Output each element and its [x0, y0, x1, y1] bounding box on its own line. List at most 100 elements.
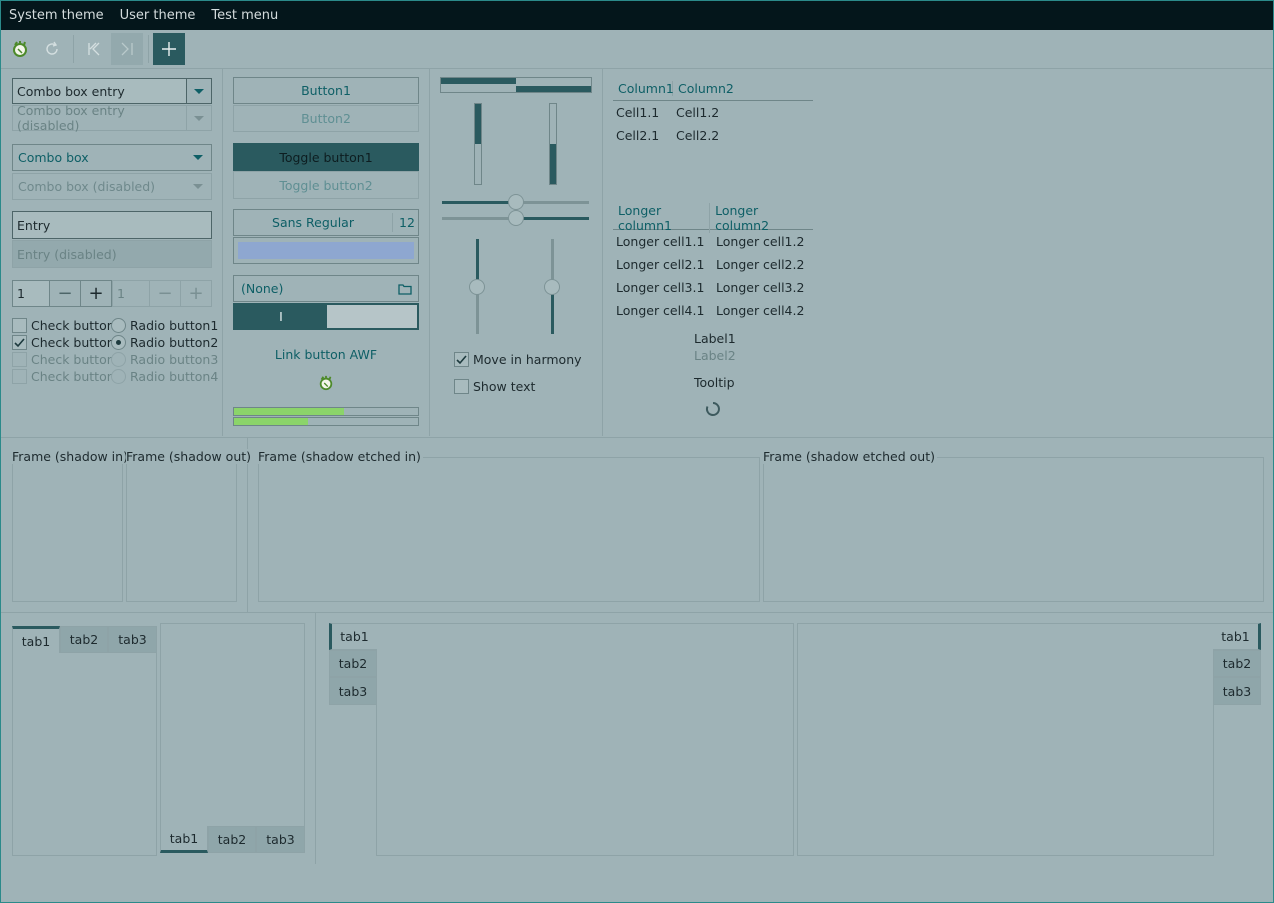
- radio-button2-label: Radio button2: [130, 335, 219, 350]
- tree1-cell[interactable]: Cell1.2: [676, 105, 719, 120]
- color-button[interactable]: [233, 237, 419, 264]
- notebook-bottom-tab1[interactable]: tab1: [160, 826, 208, 853]
- check-button3: [12, 352, 27, 367]
- menu-user-theme[interactable]: User theme: [112, 8, 204, 23]
- spin-plus-button[interactable]: +: [80, 280, 112, 307]
- tree1-cell[interactable]: Cell2.2: [676, 128, 719, 143]
- notebook-bottom-panel: [160, 623, 305, 827]
- spin-minus-button[interactable]: −: [49, 280, 81, 307]
- radio-button1[interactable]: [111, 318, 126, 333]
- hscale-1-handle[interactable]: [508, 194, 524, 210]
- tree2-cell[interactable]: Longer cell4.1: [616, 303, 704, 318]
- spin-disabled-minus: −: [149, 280, 181, 307]
- combo-entry-disabled-dropdown: [186, 105, 212, 131]
- frame-shadow-etched-out: [763, 457, 1264, 602]
- gimp-icon: [318, 375, 334, 394]
- tree1-cell[interactable]: Cell1.1: [616, 105, 659, 120]
- frame-shadow-out-label: Frame (shadow out): [126, 449, 254, 464]
- show-text-check[interactable]: [454, 379, 469, 394]
- switch[interactable]: I: [233, 303, 419, 330]
- frame-shadow-out: [126, 457, 237, 602]
- check-button1-label: Check button1: [31, 318, 123, 333]
- combo-entry-dropdown-button[interactable]: [186, 78, 212, 104]
- check-button3-label: Check button3: [31, 352, 123, 367]
- vscale-1[interactable]: [469, 239, 485, 334]
- tree2-column2-header[interactable]: Longer column2: [710, 203, 813, 233]
- combo-entry-input[interactable]: Combo box entry: [12, 78, 187, 104]
- font-button[interactable]: Sans Regular 12: [233, 209, 419, 236]
- tree2-column1-header[interactable]: Longer column1: [613, 202, 711, 233]
- vscale-2[interactable]: [544, 239, 560, 334]
- tree2-cell[interactable]: Longer cell2.2: [716, 257, 804, 272]
- notebook-bottom-tab3[interactable]: tab3: [256, 826, 305, 853]
- check-button2[interactable]: [12, 335, 27, 350]
- hscale-2-handle[interactable]: [508, 210, 524, 226]
- check-button1[interactable]: [12, 318, 27, 333]
- menu-system-theme[interactable]: System theme: [1, 8, 112, 23]
- menubar: System theme User theme Test menu: [1, 1, 1273, 30]
- skip-back-icon[interactable]: [78, 33, 110, 65]
- notebook-bottom-tab2[interactable]: tab2: [208, 826, 256, 853]
- vertical-progress-1: [474, 103, 482, 185]
- button2: Button2: [233, 105, 419, 132]
- hscale-1[interactable]: [442, 194, 589, 210]
- tree1-cell[interactable]: Cell2.1: [616, 128, 659, 143]
- gimp-icon[interactable]: [4, 33, 36, 65]
- tree2-cell[interactable]: Longer cell3.1: [616, 280, 704, 295]
- frame-shadow-in-label: Frame (shadow in): [12, 449, 130, 464]
- spin-button-value[interactable]: 1: [12, 280, 50, 307]
- tree2-cell[interactable]: Longer cell1.2: [716, 234, 804, 249]
- check-button4-label: Check button4: [31, 369, 123, 384]
- tree2-cell[interactable]: Longer cell1.1: [616, 234, 704, 249]
- vertical-progress-1-fill: [475, 104, 481, 144]
- notebook-top-tab2[interactable]: tab2: [60, 626, 108, 653]
- folder-icon: [398, 283, 412, 295]
- frame-shadow-etched-in: [258, 457, 760, 602]
- notebook-left-tab1[interactable]: tab1: [329, 623, 377, 650]
- notebook-right-tab1[interactable]: tab1: [1213, 623, 1261, 650]
- skip-forward-icon[interactable]: [111, 33, 143, 65]
- tree2-header: Longer column1 Longer column2: [613, 202, 813, 233]
- label1: Label1: [694, 331, 736, 346]
- tree2-cell[interactable]: Longer cell4.2: [716, 303, 804, 318]
- frame-etched-in-label: Frame (shadow etched in): [258, 449, 423, 464]
- tree1-column1-header[interactable]: Column1: [613, 81, 674, 96]
- notebook-top-panel: [12, 652, 157, 856]
- notebook-top-tab3[interactable]: tab3: [108, 626, 157, 653]
- checkmark-icon: [14, 338, 25, 348]
- progress-right-fill: [516, 86, 591, 92]
- vscale-2-handle[interactable]: [544, 279, 560, 295]
- progress-bar-1: [233, 407, 419, 416]
- vertical-progress-2: [549, 103, 557, 185]
- spin-disabled-plus: +: [180, 280, 212, 307]
- notebook-right-tab2[interactable]: tab2: [1213, 650, 1261, 677]
- tree1-column2-header[interactable]: Column2: [673, 81, 734, 96]
- refresh-icon[interactable]: [36, 33, 68, 65]
- entry-field[interactable]: Entry: [12, 211, 212, 239]
- radio-button2[interactable]: [111, 335, 126, 350]
- hscale-2[interactable]: [442, 210, 589, 226]
- radio-button3-label: Radio button3: [130, 352, 219, 367]
- link-button[interactable]: Link button AWF: [233, 347, 419, 362]
- notebook-left-tab2[interactable]: tab2: [329, 650, 377, 677]
- label2: Label2: [694, 348, 736, 363]
- tree2-cell[interactable]: Longer cell2.1: [616, 257, 704, 272]
- radio-dot: [116, 340, 121, 345]
- button1[interactable]: Button1: [233, 77, 419, 104]
- tooltip-label[interactable]: Tooltip: [694, 375, 735, 390]
- menu-test-menu[interactable]: Test menu: [203, 8, 286, 23]
- notebook-right-tab3[interactable]: tab3: [1213, 677, 1261, 705]
- horizontal-progress-pair: [440, 77, 592, 93]
- entry-field-disabled: Entry (disabled): [12, 240, 212, 268]
- notebook-top-tab1[interactable]: tab1: [12, 626, 60, 653]
- add-icon[interactable]: [153, 33, 185, 65]
- file-chooser-button[interactable]: (None): [233, 275, 419, 302]
- notebook-right-panel: [797, 623, 1214, 856]
- progress-bar-2: [233, 417, 419, 426]
- move-in-harmony-check[interactable]: [454, 352, 469, 367]
- toggle-button1[interactable]: Toggle button1: [233, 143, 419, 171]
- tree2-cell[interactable]: Longer cell3.2: [716, 280, 804, 295]
- notebook-left-tab3[interactable]: tab3: [329, 677, 377, 705]
- combo-box[interactable]: Combo box: [12, 144, 212, 171]
- vscale-1-handle[interactable]: [469, 279, 485, 295]
